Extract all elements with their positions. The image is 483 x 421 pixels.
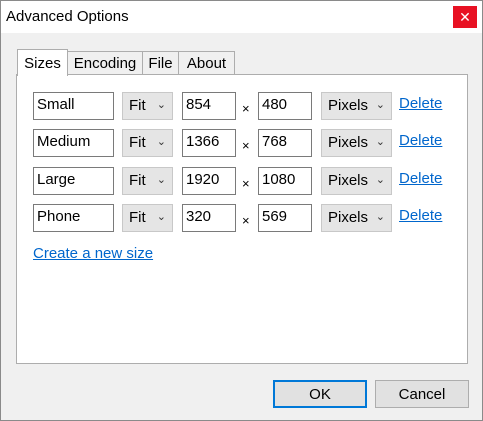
ok-button[interactable]: OK [273,380,367,408]
times-symbol: × [242,213,250,228]
chevron-down-icon: ⌄ [156,211,166,223]
close-icon: ✕ [459,9,471,25]
times-symbol: × [242,138,250,153]
unit-select[interactable]: Pixels ⌄ [321,204,392,232]
size-row: Medium Fit ⌄ 1366 × 768 Pixels ⌄ Delete [17,129,467,157]
fit-mode-select[interactable]: Fit ⌄ [122,92,173,120]
tab-about[interactable]: About [178,51,235,74]
tab-encoding[interactable]: Encoding [67,51,143,74]
size-name-field[interactable]: Small [33,92,114,120]
unit-select[interactable]: Pixels ⌄ [321,92,392,120]
size-name-field[interactable]: Phone [33,204,114,232]
fit-mode-select[interactable]: Fit ⌄ [122,204,173,232]
tab-label: Sizes [24,54,61,72]
delete-link[interactable]: Delete [399,207,442,224]
tab-label: File [148,54,173,72]
height-field[interactable]: 1080 [258,167,312,195]
create-new-size-link[interactable]: Create a new size [33,245,153,262]
title-bar[interactable]: Advanced Options ✕ [1,1,482,33]
chevron-down-icon: ⌄ [375,174,385,186]
fit-mode-select[interactable]: Fit ⌄ [122,129,173,157]
height-field[interactable]: 569 [258,204,312,232]
height-field[interactable]: 480 [258,92,312,120]
unit-select[interactable]: Pixels ⌄ [321,167,392,195]
delete-link[interactable]: Delete [399,95,442,112]
window-title: Advanced Options [6,8,129,25]
tab-file[interactable]: File [142,51,179,74]
size-row: Small Fit ⌄ 854 × 480 Pixels ⌄ Delete [17,92,467,120]
fit-mode-select[interactable]: Fit ⌄ [122,167,173,195]
chevron-down-icon: ⌄ [375,211,385,223]
chevron-down-icon: ⌄ [156,136,166,148]
cancel-button[interactable]: Cancel [375,380,469,408]
delete-link[interactable]: Delete [399,170,442,187]
close-button[interactable]: ✕ [453,6,477,28]
tab-label: About [186,54,227,72]
chevron-down-icon: ⌄ [156,99,166,111]
chevron-down-icon: ⌄ [375,136,385,148]
chevron-down-icon: ⌄ [375,99,385,111]
tab-label: Encoding [73,54,137,72]
width-field[interactable]: 1920 [182,167,236,195]
unit-select[interactable]: Pixels ⌄ [321,129,392,157]
times-symbol: × [242,101,250,116]
width-field[interactable]: 854 [182,92,236,120]
tab-sizes[interactable]: Sizes [17,49,68,76]
times-symbol: × [242,176,250,191]
size-name-field[interactable]: Large [33,167,114,195]
width-field[interactable]: 1366 [182,129,236,157]
size-row: Phone Fit ⌄ 320 × 569 Pixels ⌄ Delete [17,204,467,232]
advanced-options-dialog: Advanced Options ✕ Sizes Encoding File A… [0,0,483,421]
height-field[interactable]: 768 [258,129,312,157]
chevron-down-icon: ⌄ [156,174,166,186]
size-row: Large Fit ⌄ 1920 × 1080 Pixels ⌄ Delete [17,167,467,195]
size-name-field[interactable]: Medium [33,129,114,157]
sizes-panel: Small Fit ⌄ 854 × 480 Pixels ⌄ Delete Medi… [16,74,468,364]
delete-link[interactable]: Delete [399,132,442,149]
width-field[interactable]: 320 [182,204,236,232]
